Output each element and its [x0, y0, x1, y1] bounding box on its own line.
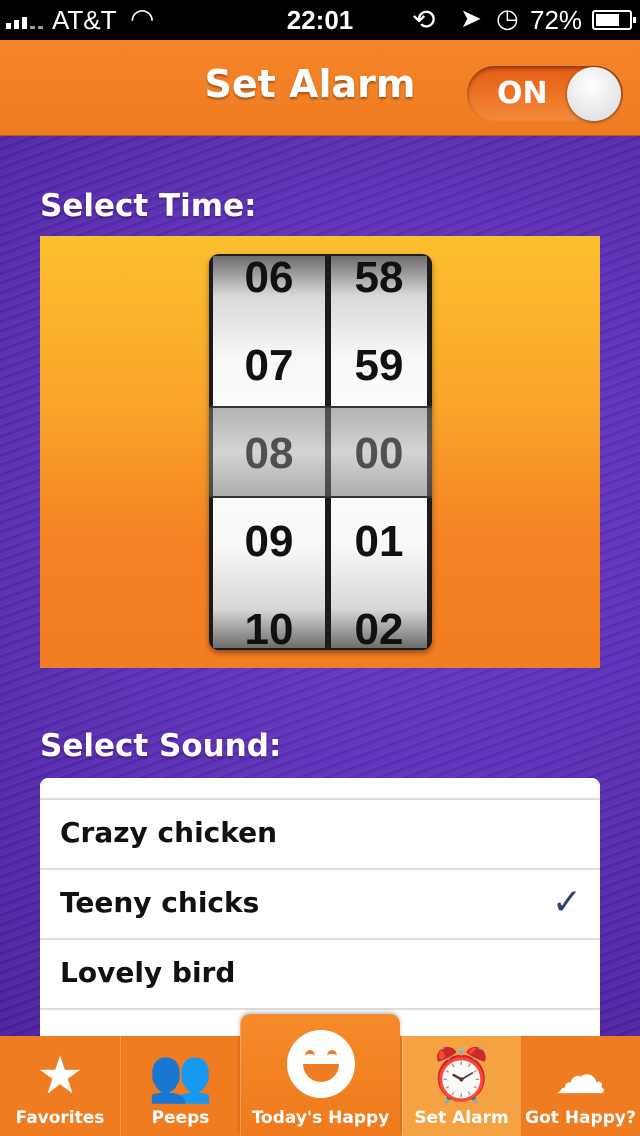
battery-percent: 72%	[530, 5, 583, 35]
checkmark-icon: ✓	[551, 882, 582, 923]
rotation-lock-icon: ⟲	[412, 4, 436, 35]
header-bar: Set Alarm ON	[0, 40, 640, 136]
minute-option[interactable]: 01	[331, 517, 427, 567]
alarm-clock-icon: ⏰	[429, 1046, 494, 1106]
tab-label: Peeps	[151, 1108, 210, 1128]
list-item[interactable]: Teeny chicks ✓	[40, 868, 600, 938]
hour-option[interactable]: 06	[213, 254, 325, 303]
list-item[interactable]: Crazy chicken	[40, 798, 600, 868]
sound-list[interactable]: Crazy chicken Teeny chicks ✓ Lovely bird	[40, 778, 600, 1040]
tab-set-alarm[interactable]: ⏰ Set Alarm	[402, 1036, 520, 1136]
main-content: Select Time: 06 07 08 09 10 58 59 00 01 …	[0, 136, 640, 1040]
sound-name: Lovely bird	[60, 956, 236, 989]
tab-favorites[interactable]: ★ Favorites	[0, 1036, 120, 1136]
select-sound-label: Select Sound:	[40, 728, 282, 764]
time-panel: 06 07 08 09 10 58 59 00 01 02	[40, 236, 600, 668]
cloud-upload-icon: ☁	[554, 1046, 607, 1106]
selection-indicator	[209, 406, 432, 498]
tab-label: Favorites	[15, 1108, 105, 1128]
alarm-toggle[interactable]: ON	[467, 66, 623, 122]
battery-icon	[592, 10, 636, 30]
tab-got-happy[interactable]: ☁ Got Happy?	[520, 1036, 640, 1136]
alarm-clock-icon: ◷	[496, 3, 519, 33]
star-icon: ★	[36, 1046, 84, 1106]
tab-peeps[interactable]: 👥 Peeps	[120, 1036, 240, 1136]
hour-option[interactable]: 10	[213, 605, 325, 650]
tab-bar: ★ Favorites 👥 Peeps Today's Happy ⏰ Set …	[0, 1014, 640, 1136]
tab-label: Today's Happy	[251, 1108, 390, 1128]
tab-todays-happy[interactable]: Today's Happy	[240, 1014, 400, 1136]
sound-name: Teeny chicks	[60, 886, 260, 919]
toggle-knob[interactable]	[567, 67, 621, 121]
toggle-label: ON	[497, 76, 548, 111]
time-picker[interactable]: 06 07 08 09 10 58 59 00 01 02	[209, 254, 432, 650]
hour-option[interactable]: 07	[213, 341, 325, 391]
tab-label: Set Alarm	[414, 1108, 509, 1128]
sound-name: Crazy chicken	[60, 816, 278, 849]
select-time-label: Select Time:	[40, 188, 257, 224]
smiley-icon	[241, 1030, 400, 1111]
list-item[interactable]: Lovely bird	[40, 938, 600, 1008]
status-bar: AT&T ◠ 22:01 ⟲ ➤ ◷ 72%	[0, 0, 640, 40]
tab-label: Got Happy?	[525, 1108, 636, 1128]
hour-option[interactable]: 09	[213, 517, 325, 567]
people-icon: 👥	[148, 1046, 213, 1106]
minute-option[interactable]: 58	[331, 254, 427, 303]
minute-option[interactable]: 02	[331, 605, 427, 650]
minute-option[interactable]: 59	[331, 341, 427, 391]
location-arrow-icon: ➤	[460, 3, 482, 33]
